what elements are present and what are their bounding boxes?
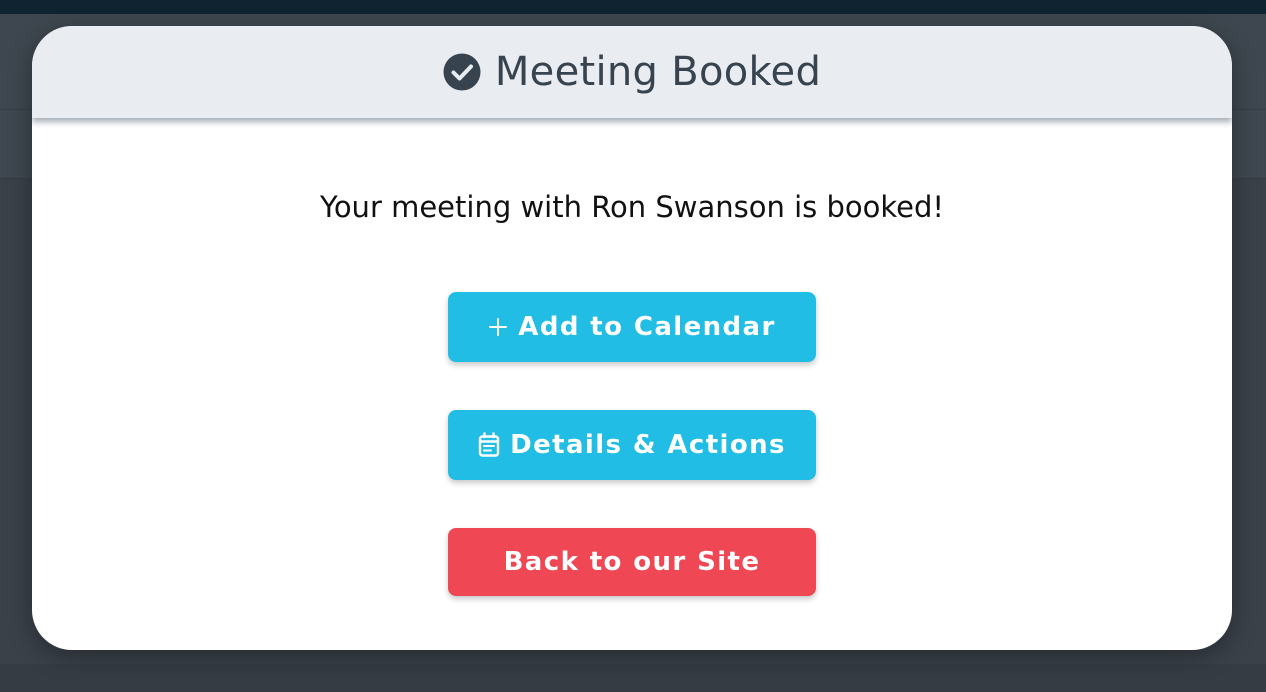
calendar-notes-icon: [478, 432, 500, 457]
modal-header: Meeting Booked: [32, 26, 1232, 118]
meeting-booked-modal: Meeting Booked Your meeting with Ron Swa…: [32, 26, 1232, 650]
modal-title: Meeting Booked: [494, 49, 822, 95]
back-to-site-button[interactable]: Back to our Site: [448, 528, 816, 596]
add-to-calendar-label: Add to Calendar: [518, 312, 776, 342]
details-actions-label: Details & Actions: [510, 430, 786, 460]
check-circle-icon: [443, 53, 481, 91]
background-footer: [0, 664, 1266, 692]
background-topbar: [0, 0, 1266, 14]
add-to-calendar-button[interactable]: Add to Calendar: [448, 292, 816, 362]
booking-confirmation-message: Your meeting with Ron Swanson is booked!: [319, 190, 945, 224]
back-to-site-label: Back to our Site: [503, 547, 761, 577]
details-actions-button[interactable]: Details & Actions: [448, 410, 816, 480]
plus-icon: [489, 318, 508, 336]
